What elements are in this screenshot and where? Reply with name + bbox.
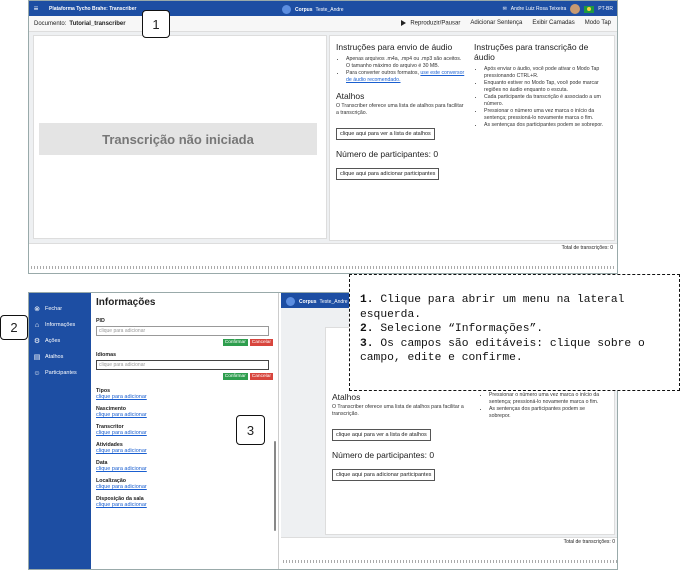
field-value[interactable]: clique para adicionar bbox=[96, 466, 273, 472]
shortcuts-list-button[interactable]: clique aqui para ver a lista de atalhos bbox=[336, 128, 435, 140]
shortcuts-list-button[interactable]: clique aqui para ver a lista de atalhos bbox=[332, 429, 431, 441]
cancel-button[interactable]: Cancelar bbox=[249, 339, 273, 346]
participants-count: Número de participantes: 0 bbox=[332, 450, 435, 460]
transcribe-item: As sentenças dos participantes podem se … bbox=[484, 122, 608, 129]
note-step-2: 2. Selecione “Informações”. bbox=[360, 323, 544, 335]
field-value[interactable]: clique para adicionar bbox=[96, 502, 273, 508]
hamburger-menu-icon[interactable]: ≡ bbox=[29, 4, 43, 13]
note-step-3: 3. Os campos são editáveis: clique sobre… bbox=[360, 337, 645, 365]
waveform-area[interactable]: Total de transcrições: 0 bbox=[281, 537, 617, 569]
cancel-button[interactable]: Cancelar bbox=[249, 373, 273, 380]
sidebar-item-participants[interactable]: ☺ Participantes bbox=[29, 365, 91, 381]
app-title: Plataforma Tycho Brahe: Transcriber bbox=[49, 5, 137, 12]
empty-transcription-message: Transcrição não iniciada bbox=[39, 123, 317, 155]
waveform[interactable] bbox=[31, 266, 615, 269]
document-bar: Documento: Tutorial_transcriber Reproduz… bbox=[29, 16, 617, 32]
avatar[interactable] bbox=[570, 4, 581, 14]
upload-item: Apenas arquivos .m4a, .mp4 ou .mp3 são a… bbox=[346, 56, 466, 70]
instruction-note: 1. Clique para abrir um menu na lateral … bbox=[349, 274, 680, 391]
corpus-label: Corpus bbox=[295, 6, 313, 13]
waveform-area[interactable]: Total de transcrições: 0 bbox=[29, 243, 617, 273]
add-participants-button[interactable]: clique aqui para adicionar participantes bbox=[336, 168, 440, 180]
sidebar-item-actions[interactable]: ⚙ Ações bbox=[29, 333, 91, 349]
corpus-name: Teste_Andre bbox=[315, 6, 344, 13]
add-participants-button[interactable]: clique aqui para adicionar participantes bbox=[332, 469, 436, 481]
idiomas-input[interactable]: clique para adicionar bbox=[96, 360, 269, 370]
home-icon: ⌂ bbox=[34, 321, 40, 329]
mail-icon[interactable]: ✉ bbox=[503, 6, 507, 12]
callout-3: 3 bbox=[236, 415, 265, 445]
transcribe-item: Pressionar o número uma vez marca o iníc… bbox=[489, 392, 608, 406]
confirm-button[interactable]: Confirmar bbox=[222, 373, 248, 380]
transcription-panel: Transcrição não iniciada bbox=[33, 35, 327, 239]
instructions-panel: Instruções para envio de áudio Apenas ar… bbox=[329, 35, 615, 241]
participants-count: Número de participantes: 0 bbox=[336, 149, 439, 159]
corpus-selector[interactable]: Corpus Teste_Andre bbox=[282, 5, 344, 14]
shortcuts-text: O Transcriber oferece uma lista de atalh… bbox=[336, 103, 464, 116]
document-label: Documento: bbox=[34, 20, 67, 27]
user-area: ✉ Andre Luiz Rosa Teixeira PT-BR bbox=[503, 4, 613, 14]
waveform[interactable] bbox=[283, 560, 617, 563]
shortcuts-title: Atalhos bbox=[332, 392, 361, 402]
shortcuts-text: O Transcriber oferece uma lista de atalh… bbox=[332, 404, 464, 417]
upload-item: Para converter outros formatos, use este… bbox=[346, 70, 466, 84]
play-icon bbox=[401, 20, 407, 26]
drawer-title: Informações bbox=[96, 297, 156, 308]
brazil-flag-icon[interactable] bbox=[584, 5, 595, 13]
sidebar-item-close[interactable]: ⊗ Fechar bbox=[29, 301, 91, 317]
screenshot-main: ≡ Plataforma Tycho Brahe: Transcriber Co… bbox=[28, 0, 618, 274]
show-layers-button[interactable]: Exibir Camadas bbox=[532, 20, 574, 27]
close-icon: ⊗ bbox=[34, 306, 40, 313]
drawer-scrollbar[interactable] bbox=[274, 441, 276, 531]
transcribe-item: Após enviar o áudio, você pode ativar o … bbox=[484, 66, 608, 80]
document-name: Tutorial_transcriber bbox=[69, 20, 126, 27]
callout-1: 1 bbox=[142, 10, 170, 38]
globe-icon bbox=[282, 5, 291, 14]
total-transcriptions: Total de transcrições: 0 bbox=[561, 245, 613, 251]
pid-label: PID bbox=[96, 318, 105, 324]
actions-icon: ⚙ bbox=[33, 338, 41, 345]
user-name: Andre Luiz Rosa Teixeira bbox=[510, 6, 567, 12]
participants-icon: ☺ bbox=[33, 369, 41, 377]
transcribe-item: Pressionar o número uma vez marca o iníc… bbox=[484, 108, 608, 122]
confirm-button[interactable]: Confirmar bbox=[222, 339, 248, 346]
language-label[interactable]: PT-BR bbox=[598, 6, 613, 12]
transcribe-item: Enquanto estiver no Modo Tap, você pode … bbox=[484, 80, 608, 94]
play-pause-button[interactable]: Reproduzir/Pausar bbox=[401, 20, 460, 27]
field-value[interactable]: clique para adicionar bbox=[96, 448, 273, 454]
globe-icon bbox=[286, 297, 295, 306]
sidebar: ⊗ Fechar ⌂ Informações ⚙ Ações ▤ Atalhos ☺ Pa… bbox=[29, 293, 91, 569]
idiomas-label: Idiomas bbox=[96, 352, 117, 358]
top-bar: ≡ Plataforma Tycho Brahe: Transcriber Co… bbox=[29, 1, 617, 16]
transcribe-item: Cada participante da transcrição é assoc… bbox=[484, 94, 608, 108]
transcribe-instructions-title: Instruções para transcrição de áudio bbox=[474, 42, 589, 62]
field-value[interactable]: clique para adicionar bbox=[96, 484, 273, 490]
shortcuts-icon: ▤ bbox=[33, 354, 41, 361]
add-sentence-button[interactable]: Adicionar Sentença bbox=[470, 20, 522, 27]
note-step-1: 1. Clique para abrir um menu na lateral … bbox=[360, 294, 625, 321]
pid-input[interactable]: clique para adicionar bbox=[96, 326, 269, 336]
shortcuts-title: Atalhos bbox=[336, 91, 365, 101]
sidebar-item-shortcuts[interactable]: ▤ Atalhos bbox=[29, 349, 91, 365]
callout-2: 2 bbox=[0, 315, 28, 340]
total-transcriptions: Total de transcrições: 0 bbox=[563, 539, 615, 545]
sidebar-item-info[interactable]: ⌂ Informações bbox=[29, 317, 91, 333]
tap-mode-button[interactable]: Modo Tap bbox=[585, 20, 611, 27]
corpus-selector[interactable]: Corpus Teste_Andre bbox=[286, 297, 348, 306]
upload-instructions-title: Instruções para envio de áudio bbox=[336, 42, 453, 52]
transcribe-item: As sentenças dos participantes podem se … bbox=[489, 406, 608, 420]
field-value[interactable]: clique para adicionar bbox=[96, 394, 273, 400]
